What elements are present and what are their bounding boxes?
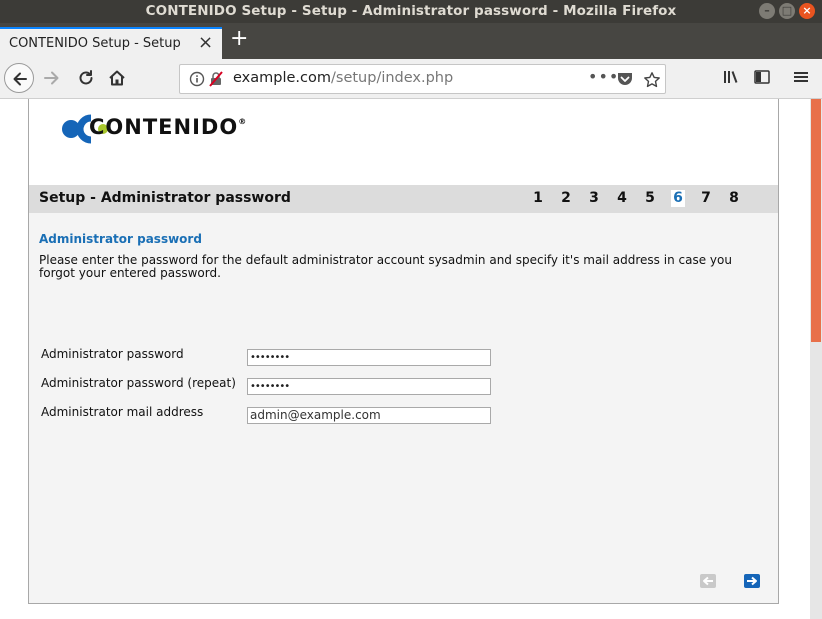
page-title: Setup - Administrator password	[39, 190, 291, 206]
window-titlebar: CONTENIDO Setup - Setup - Administrator …	[0, 0, 822, 23]
step-1: 1	[533, 190, 543, 206]
pocket-icon[interactable]	[616, 71, 634, 87]
tab-strip: CONTENIDO Setup - Setup - Ad ×	[0, 23, 822, 59]
arrow-left-icon	[703, 576, 713, 586]
registered-mark: ®	[238, 117, 248, 126]
home-icon[interactable]	[107, 68, 127, 88]
tab-contenido-setup[interactable]: CONTENIDO Setup - Setup - Ad ×	[0, 27, 222, 59]
hamburger-menu-icon[interactable]	[792, 68, 810, 86]
tab-label: CONTENIDO Setup - Setup - Ad	[9, 36, 184, 51]
page-actions-menu-icon[interactable]: •••	[588, 67, 619, 86]
password-label: Administrator password	[41, 347, 184, 361]
step-5: 5	[645, 190, 655, 206]
password-input[interactable]: ••••••••	[247, 349, 491, 366]
password-repeat-label: Administrator password (repeat)	[41, 376, 236, 390]
step-4: 4	[617, 190, 627, 206]
previous-step-button[interactable]	[700, 574, 716, 588]
window-title: CONTENIDO Setup - Setup - Administrator …	[145, 3, 677, 19]
close-window-button[interactable]: ×	[799, 3, 815, 19]
step-8: 8	[729, 190, 739, 206]
tab-close-icon[interactable]: ×	[198, 32, 213, 53]
step-6-active: 6	[671, 190, 685, 207]
url-path: /setup/index.php	[331, 70, 454, 86]
url-domain: example.com	[233, 70, 331, 86]
step-2: 2	[561, 190, 571, 206]
mail-input[interactable]: admin@example.com	[247, 407, 491, 424]
sidebar-icon[interactable]	[753, 68, 771, 86]
forward-arrow-icon[interactable]	[42, 68, 62, 88]
page-scrollbar[interactable]	[810, 99, 822, 619]
back-button[interactable]	[4, 63, 34, 93]
logo-wordmark: CONTENIDO®	[89, 115, 247, 139]
setup-header: CONTENIDO®	[29, 99, 778, 185]
arrow-left-icon	[13, 72, 27, 86]
scrollbar-thumb[interactable]	[811, 99, 821, 342]
next-step-button[interactable]	[744, 574, 760, 588]
arrow-right-icon	[747, 576, 757, 586]
bookmark-star-icon[interactable]	[643, 71, 661, 89]
page-viewport: CONTENIDO® Setup - Administrator passwor…	[0, 99, 810, 619]
step-7: 7	[701, 190, 711, 206]
url-text[interactable]: example.com/setup/index.php	[233, 70, 453, 86]
info-icon[interactable]	[189, 71, 205, 87]
section-title: Administrator password	[39, 232, 202, 246]
section-description: Please enter the password for the defaul…	[39, 253, 732, 280]
new-tab-button[interactable]: +	[230, 26, 248, 51]
password-repeat-input[interactable]: ••••••••	[247, 378, 491, 395]
insecure-connection-icon[interactable]	[208, 71, 224, 87]
step-bar: Setup - Administrator password 1 2 3 4 5…	[29, 185, 778, 213]
step-3: 3	[589, 190, 599, 206]
navigation-toolbar: example.com/setup/index.php •••	[0, 59, 822, 99]
maximize-window-button[interactable]: □	[779, 3, 795, 19]
url-bar[interactable]: example.com/setup/index.php •••	[179, 64, 666, 94]
library-icon[interactable]	[722, 68, 740, 86]
reload-icon[interactable]	[76, 68, 96, 88]
minimize-window-button[interactable]: –	[759, 3, 775, 19]
mail-label: Administrator mail address	[41, 405, 204, 419]
setup-frame: CONTENIDO® Setup - Administrator passwor…	[28, 99, 779, 604]
logo-text: CONTENIDO	[89, 115, 239, 139]
